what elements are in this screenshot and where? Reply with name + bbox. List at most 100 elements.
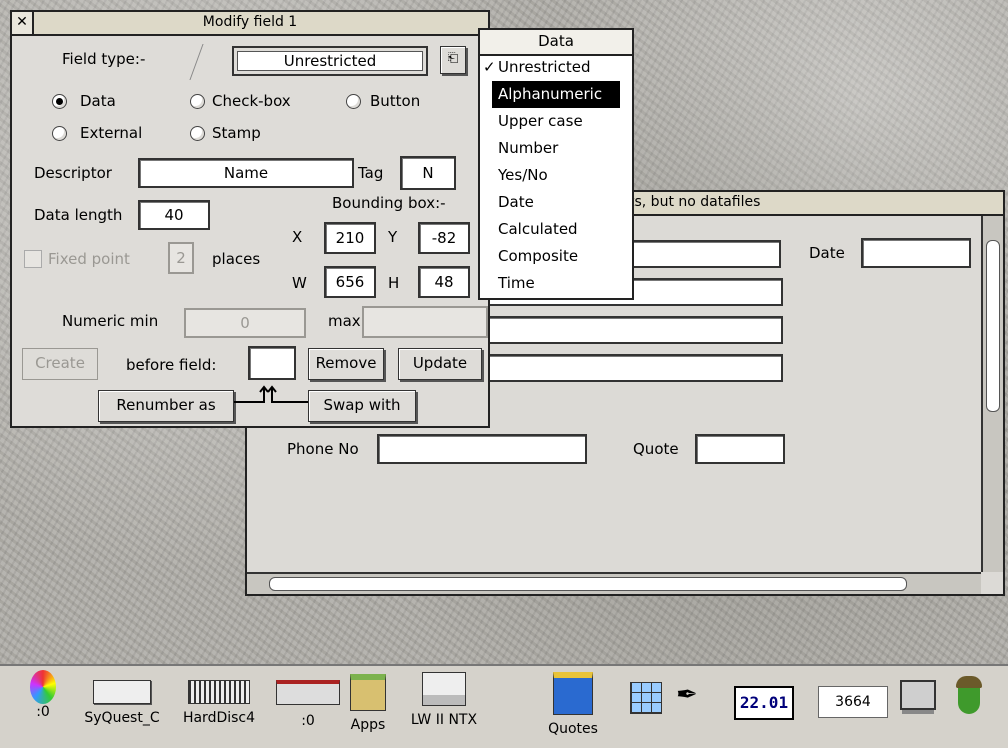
remove-button[interactable]: Remove (308, 348, 384, 380)
tag-label: Tag (358, 164, 384, 182)
swap-with-button[interactable]: Swap with (308, 390, 416, 422)
harddisc-icon (188, 680, 250, 704)
radio-external[interactable] (52, 126, 67, 141)
create-button[interactable]: Create (22, 348, 98, 380)
radio-checkbox[interactable] (190, 94, 205, 109)
vertical-scrollbar[interactable] (981, 216, 1003, 572)
descriptor-label: Descriptor (34, 164, 112, 182)
field-type-label: Field type:- (62, 50, 146, 68)
menu-item-upper-case[interactable]: Upper case (480, 108, 632, 135)
memory-display[interactable]: 3664 (818, 686, 888, 718)
data-length-field[interactable]: 40 (138, 200, 210, 230)
tag-field[interactable]: N (400, 156, 456, 190)
menu-item-calculated[interactable]: Calculated (480, 216, 632, 243)
scroll-thumb-horizontal[interactable] (269, 577, 907, 591)
menu-item-label: Time (498, 274, 535, 292)
menu-item-label: Yes/No (498, 166, 548, 184)
update-button[interactable]: Update (398, 348, 482, 380)
bbox-y-field[interactable]: -82 (418, 222, 470, 254)
places-field[interactable]: 2 (168, 242, 194, 274)
menu-item-number[interactable]: Number (480, 135, 632, 162)
quote-field[interactable] (695, 434, 785, 464)
iconbar-quotes[interactable]: Quotes (540, 672, 606, 737)
fixed-point-checkbox[interactable] (24, 250, 42, 268)
menu-title: Data (480, 30, 632, 56)
menu-item-label: Unrestricted (498, 58, 591, 76)
menu-item-composite[interactable]: Composite (480, 243, 632, 270)
bbox-x-label: X (292, 228, 303, 246)
radio-data[interactable] (52, 94, 67, 109)
iconbar-label: Quotes (548, 721, 598, 737)
date-field[interactable] (861, 238, 971, 268)
apps-icon (350, 674, 386, 711)
clock-display[interactable]: 22.01 (734, 686, 794, 720)
bbox-y-label: Y (388, 228, 398, 246)
menu-item-unrestricted[interactable]: ✓ Unrestricted (480, 54, 632, 81)
arrow-icon (189, 44, 228, 80)
max-label: max (328, 312, 361, 330)
iconbar-label: SyQuest_C (84, 710, 160, 726)
radio-stamp-label: Stamp (212, 124, 261, 142)
menu-item-alphanumeric[interactable]: Alphanumeric (492, 81, 620, 108)
iconbar-apps[interactable]: Apps (346, 674, 390, 733)
close-icon[interactable]: ✕ (12, 12, 34, 34)
radio-data-label: Data (80, 92, 116, 110)
checkmark-icon: ✓ (483, 58, 496, 76)
menu-item-time[interactable]: Time (480, 270, 632, 297)
bbox-h-field[interactable]: 48 (418, 266, 470, 298)
numeric-min-field[interactable]: 0 (184, 308, 306, 338)
iconbar-label: :0 (36, 704, 50, 720)
iconbar-label: :0 (301, 713, 315, 729)
modify-window-titlebar[interactable]: Modify field 1 (12, 12, 488, 36)
card-window-title: ts, but no datafiles (629, 194, 761, 210)
iconbar-harddisc[interactable]: HardDisc4 (176, 680, 262, 726)
bbox-w-field[interactable]: 656 (324, 266, 376, 298)
radio-button[interactable] (346, 94, 361, 109)
iconbar-floppy[interactable]: :0 (276, 680, 340, 729)
scroll-thumb-vertical[interactable] (986, 240, 1000, 412)
iconbar-cd[interactable]: :0 (28, 670, 58, 720)
quote-label: Quote (633, 440, 679, 458)
iconbar-printer[interactable]: LW II NTX (398, 672, 490, 728)
bbox-h-label: H (388, 274, 400, 292)
radio-button-label: Button (370, 92, 421, 110)
menu-item-date[interactable]: Date (480, 189, 632, 216)
renumber-as-button[interactable]: Renumber as (98, 390, 234, 422)
cd-icon (30, 670, 56, 704)
radio-checkbox-label: Check-box (212, 92, 291, 110)
monitor-icon[interactable] (900, 680, 936, 710)
grid-icon[interactable] (630, 682, 662, 714)
menu-item-label: Number (498, 139, 559, 157)
connector-arrow-icon (234, 384, 308, 406)
clock-time: 22.01 (734, 686, 794, 720)
folder-chart-icon (553, 672, 593, 715)
iconbar-label: Apps (350, 717, 386, 733)
before-field-label: before field: (126, 356, 217, 374)
radio-stamp[interactable] (190, 126, 205, 141)
iconbar-label: LW II NTX (410, 712, 478, 728)
floppy-icon (276, 680, 340, 705)
descriptor-field[interactable]: Name (138, 158, 354, 188)
data-length-label: Data length (34, 206, 123, 224)
horizontal-scrollbar[interactable] (247, 572, 981, 594)
card-field-3[interactable] (487, 316, 783, 344)
date-label: Date (809, 244, 845, 262)
before-field-input[interactable] (248, 346, 296, 380)
phone-field[interactable] (377, 434, 587, 464)
drive-icon (93, 680, 151, 704)
menu-item-yes-no[interactable]: Yes/No (480, 162, 632, 189)
radio-external-label: External (80, 124, 143, 142)
phone-label: Phone No (287, 440, 359, 458)
iconbar-syquest[interactable]: SyQuest_C (74, 680, 170, 726)
modify-field-window: Modify field 1 ✕ Field type:- Unrestrict… (10, 10, 490, 428)
menu-item-label: Upper case (498, 112, 583, 130)
card-field-4[interactable] (487, 354, 783, 382)
bbox-w-label: W (292, 274, 307, 292)
menu-item-label: Alphanumeric (498, 85, 603, 103)
field-type-menu-button[interactable]: ⎗ (440, 46, 466, 74)
acorn-icon[interactable] (956, 676, 984, 716)
menu-item-label: Date (498, 193, 534, 211)
quill-icon[interactable]: ✒ (676, 680, 702, 720)
max-field[interactable] (362, 306, 488, 338)
bbox-x-field[interactable]: 210 (324, 222, 376, 254)
